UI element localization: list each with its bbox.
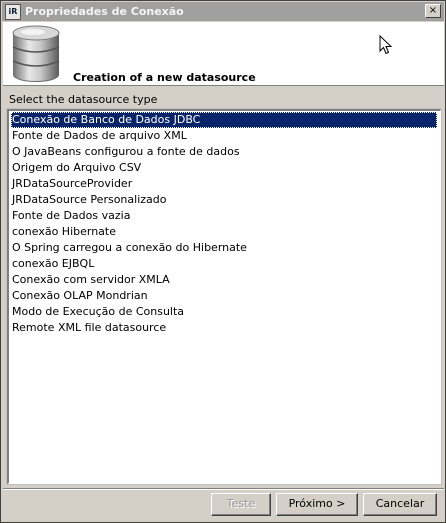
list-item[interactable]: O JavaBeans configurou a fonte de dados	[11, 144, 437, 160]
test-button[interactable]: Teste	[211, 493, 271, 516]
list-item[interactable]: conexão Hibernate	[11, 224, 437, 240]
list-item[interactable]: Conexão de Banco de Dados JDBC	[11, 112, 437, 128]
connection-properties-dialog: iR Propriedades de Conexão × Creation of…	[0, 0, 446, 523]
wizard-header: Creation of a new datasource	[3, 22, 444, 86]
title-bar[interactable]: iR Propriedades de Conexão ×	[2, 2, 444, 21]
next-button[interactable]: Próximo >	[276, 493, 358, 516]
datasource-type-list[interactable]: Conexão de Banco de Dados JDBC Fonte de D…	[6, 108, 442, 485]
list-item[interactable]: JRDataSource Personalizado	[11, 192, 437, 208]
list-item[interactable]: O Spring carregou a conexão do Hibernate	[11, 240, 437, 256]
app-icon: iR	[5, 3, 21, 20]
list-item[interactable]: Remote XML file datasource	[11, 320, 437, 336]
list-item[interactable]: Conexão com servidor XMLA	[11, 272, 437, 288]
datasource-type-label: Select the datasource type	[9, 93, 158, 106]
list-item[interactable]: JRDataSourceProvider	[11, 176, 437, 192]
list-item[interactable]: Fonte de Dados vazia	[11, 208, 437, 224]
mouse-pointer-icon	[379, 35, 393, 55]
list-item[interactable]: Origem do Arquivo CSV	[11, 160, 437, 176]
header-title: Creation of a new datasource	[73, 71, 256, 84]
window-title: Propriedades de Conexão	[25, 5, 184, 18]
list-item[interactable]: Fonte de Dados de arquivo XML	[11, 128, 437, 144]
list-item[interactable]: Conexão OLAP Mondrian	[11, 288, 437, 304]
list-item[interactable]: Modo de Execução de Consulta	[11, 304, 437, 320]
list-item[interactable]: conexão EJBQL	[11, 256, 437, 272]
cancel-button[interactable]: Cancelar	[363, 493, 437, 516]
divider	[3, 488, 444, 490]
database-icon	[12, 25, 60, 82]
close-button[interactable]: ×	[425, 4, 441, 18]
